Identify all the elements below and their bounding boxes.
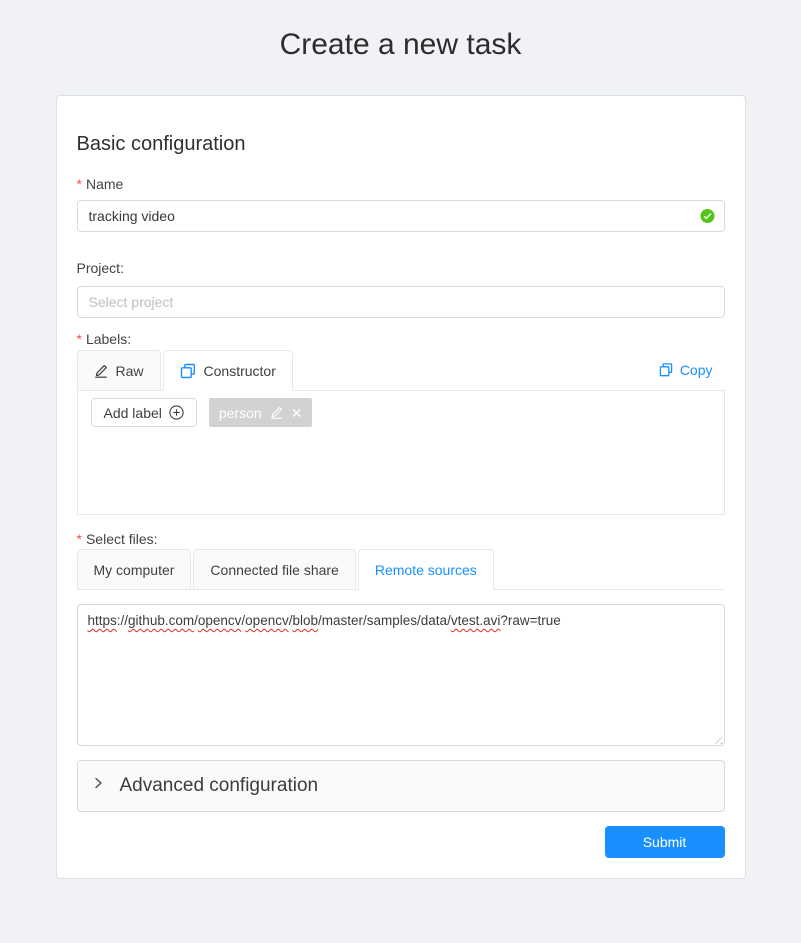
- copy-icon: [659, 363, 673, 377]
- textarea-resize-handle[interactable]: [711, 732, 723, 744]
- required-mark: *: [77, 176, 82, 192]
- project-select[interactable]: [77, 286, 725, 318]
- tab-constructor-label: Constructor: [204, 363, 276, 379]
- labels-label-text: Labels:: [86, 331, 131, 347]
- plus-circle-icon: [169, 405, 184, 420]
- add-label-button[interactable]: Add label: [91, 398, 197, 427]
- page-title: Create a new task: [0, 26, 801, 64]
- advanced-configuration-header[interactable]: Advanced configuration: [77, 760, 725, 812]
- labels-field-label: *Labels:: [77, 330, 725, 348]
- block-icon: [180, 363, 196, 379]
- files-label-text: Select files:: [86, 531, 158, 547]
- edit-icon: [94, 364, 108, 378]
- remote-url-text: https://github.com/opencv/opencv/blob/ma…: [88, 611, 714, 630]
- labels-panel: Add label person ✕: [77, 390, 725, 515]
- name-input-wrap: [77, 200, 725, 232]
- tab-raw-label: Raw: [116, 363, 144, 379]
- tab-connected-file-share[interactable]: Connected file share: [193, 549, 355, 590]
- task-form-card: Basic configuration *Name Project: *Labe…: [56, 95, 746, 879]
- tab-my-computer-label: My computer: [94, 562, 175, 578]
- project-label-text: Project:: [77, 260, 124, 276]
- required-mark: *: [77, 331, 82, 347]
- tab-remote-sources-label: Remote sources: [375, 562, 477, 578]
- name-label-text: Name: [86, 176, 123, 192]
- project-field-label: Project:: [77, 258, 725, 278]
- add-label-button-label: Add label: [104, 405, 162, 421]
- submit-row: Submit: [77, 826, 725, 858]
- check-circle-icon: [700, 209, 715, 224]
- copy-button-label: Copy: [680, 362, 713, 378]
- name-field-label: *Name: [77, 174, 725, 194]
- name-input[interactable]: [77, 200, 725, 232]
- edit-icon[interactable]: [270, 406, 283, 419]
- copy-button[interactable]: Copy: [659, 362, 713, 378]
- files-field-label: *Select files:: [77, 531, 725, 547]
- close-icon[interactable]: ✕: [291, 406, 303, 420]
- files-tabbar: My computer Connected file share Remote …: [77, 549, 725, 590]
- required-mark: *: [77, 531, 82, 547]
- labels-tabbar-extra: Copy: [659, 350, 725, 390]
- submit-button[interactable]: Submit: [605, 826, 725, 858]
- labels-tabbar: Raw Constructor Copy: [77, 350, 725, 390]
- tab-raw[interactable]: Raw: [77, 350, 161, 391]
- tab-connected-file-share-label: Connected file share: [210, 562, 338, 578]
- create-task-page: Create a new task Basic configuration *N…: [0, 26, 801, 943]
- basic-configuration-heading: Basic configuration: [77, 130, 725, 158]
- remote-urls-textarea[interactable]: https://github.com/opencv/opencv/blob/ma…: [77, 604, 725, 746]
- label-tag-person[interactable]: person ✕: [209, 398, 313, 427]
- tab-constructor[interactable]: Constructor: [163, 350, 293, 391]
- chevron-right-icon: [94, 777, 104, 789]
- label-tag-name: person: [219, 405, 262, 421]
- tab-my-computer[interactable]: My computer: [77, 549, 192, 590]
- project-select-wrap: [77, 286, 725, 318]
- tab-remote-sources[interactable]: Remote sources: [358, 549, 494, 590]
- advanced-configuration-label: Advanced configuration: [120, 775, 319, 797]
